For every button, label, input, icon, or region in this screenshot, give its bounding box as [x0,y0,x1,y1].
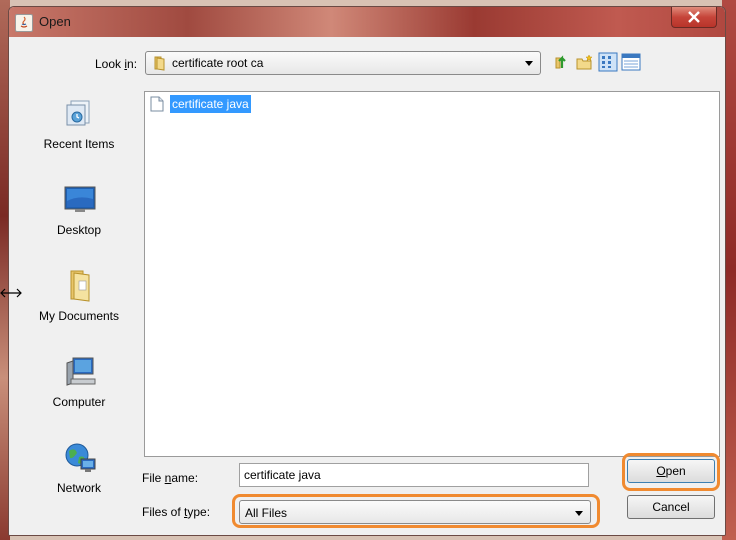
file-icon [150,96,164,112]
recent-items-icon [66,100,90,126]
chevron-down-icon [525,61,533,66]
title-bar[interactable]: Open [9,7,725,37]
file-name: certificate java [170,95,251,113]
up-one-level-icon[interactable] [552,52,572,72]
place-my-documents[interactable]: My Documents [29,269,129,343]
place-label: Network [56,481,101,495]
create-new-folder-icon[interactable] [575,52,595,72]
place-network[interactable]: Network [29,441,129,515]
folder-icon [154,56,165,71]
network-icon [65,443,96,472]
cancel-button[interactable]: Cancel [627,495,715,519]
close-icon [688,11,700,23]
file-name-input[interactable] [239,463,589,487]
resize-cursor-icon [0,288,22,298]
place-label: Recent Items [43,137,115,151]
files-of-type-label: Files of type: [142,505,211,519]
look-in-dropdown[interactable]: certificate root ca [145,51,541,75]
place-label: Desktop [56,223,102,237]
files-of-type-highlight [232,494,600,528]
place-label: My Documents [38,309,120,323]
look-in-value: certificate root ca [172,56,264,70]
dialog-content: Look in: certificate root ca Recent Item… [9,37,725,535]
open-button-highlight [622,453,720,491]
computer-icon [66,357,96,386]
desktop-icon [64,186,96,212]
file-name-label: File name: [142,471,199,485]
place-computer[interactable]: Computer [29,355,129,429]
details-view-icon[interactable] [621,52,641,72]
my-documents-icon [70,270,90,302]
look-in-label: Look in: [95,57,138,71]
place-desktop[interactable]: Desktop [29,183,129,257]
window-title: Open [39,14,71,29]
place-recent-items[interactable]: Recent Items [29,97,129,171]
file-list[interactable]: certificate java [144,91,720,457]
java-icon [15,14,33,32]
open-dialog: Open Look in: certificate root ca Recent… [8,6,726,536]
list-view-icon[interactable] [598,52,618,72]
close-button[interactable] [671,7,717,28]
place-label: Computer [52,395,106,409]
